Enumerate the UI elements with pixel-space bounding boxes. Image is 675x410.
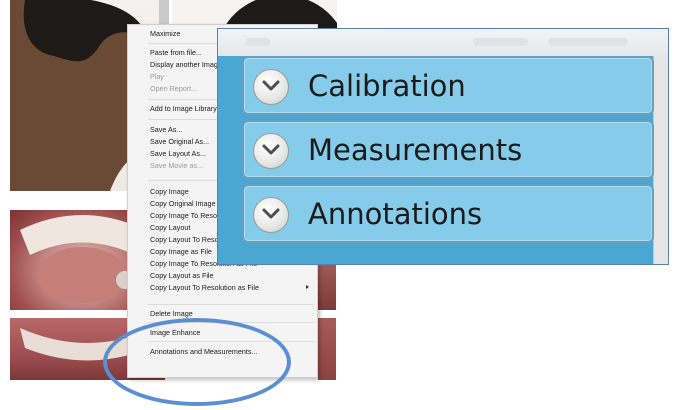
menu-item-copy-layout[interactable]: Copy Layout	[150, 222, 190, 233]
expand-button[interactable]	[253, 197, 289, 233]
menu-item-copy-layout-as-file[interactable]: Copy Layout as File	[150, 270, 214, 281]
toolbar-blur	[473, 38, 528, 46]
menu-item-copy-layout-to-resolution[interactable]: Copy Layout To Reso	[150, 234, 219, 245]
chevron-down-icon	[262, 208, 280, 219]
chevron-down-icon	[262, 80, 280, 91]
panel-scrollbar[interactable]	[653, 56, 668, 264]
menu-item-paste-from-file[interactable]: Paste from file...	[150, 47, 202, 58]
submenu-arrow-icon	[306, 285, 309, 289]
section-label: Annotations	[308, 197, 483, 231]
menu-item-save-as[interactable]: Save As...	[150, 124, 182, 135]
menu-item-copy-image-to-resolution[interactable]: Copy Image To Reso	[150, 210, 217, 221]
menu-item-display-another-image[interactable]: Display another Imag	[150, 59, 218, 70]
menu-item-copy-image[interactable]: Copy Image	[150, 186, 189, 197]
menu-item-save-movie-as: Save Movie as...	[150, 161, 204, 170]
menu-item-maximize[interactable]: Maximize	[150, 28, 180, 39]
menu-item-copy-original-image[interactable]: Copy Original Image	[150, 198, 216, 209]
expand-button[interactable]	[253, 69, 289, 105]
menu-item-play: Play	[150, 72, 164, 81]
toolbar-blur	[548, 38, 628, 46]
section-measurements[interactable]: Measurements	[242, 120, 654, 179]
toolbar-blur	[246, 38, 270, 46]
panel-toolbar	[218, 29, 668, 56]
section-label: Measurements	[308, 133, 523, 167]
menu-item-copy-layout-to-resolution-as-file[interactable]: Copy Layout To Resolution as File	[150, 282, 259, 293]
menu-item-add-to-image-library[interactable]: Add to Image Library	[150, 103, 217, 114]
menu-item-save-original-as[interactable]: Save Original As...	[150, 136, 209, 147]
menu-item-copy-image-as-file[interactable]: Copy Image as File	[150, 246, 212, 257]
expand-button[interactable]	[253, 133, 289, 169]
zoomed-panel: Calibration Measurements Annotations	[217, 28, 669, 265]
menu-item-open-report: Open Report...	[150, 84, 198, 93]
section-annotations[interactable]: Annotations	[242, 184, 654, 243]
highlight-oval	[103, 318, 291, 406]
menu-item-save-layout-as[interactable]: Save Layout As...	[150, 148, 206, 159]
menu-separator	[148, 304, 314, 305]
intraoral-photo-edge-lower	[318, 318, 336, 380]
chevron-down-icon	[262, 144, 280, 155]
section-calibration[interactable]: Calibration	[242, 56, 654, 115]
section-label: Calibration	[308, 69, 466, 103]
